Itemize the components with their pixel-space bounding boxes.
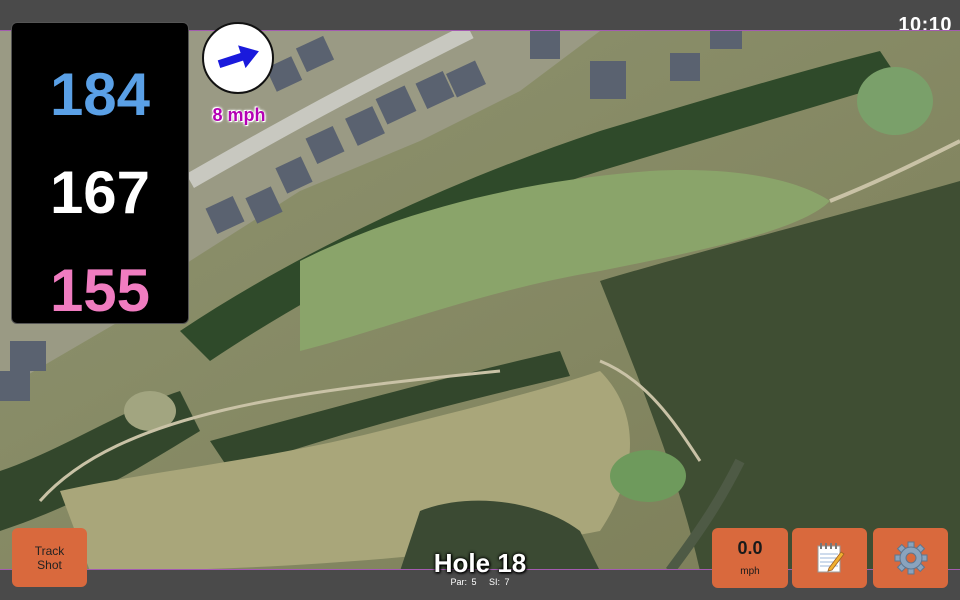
hole-title: Hole 18 [433, 548, 527, 578]
track-shot-label-line1: Track [34, 544, 65, 558]
middle-distance: 167 [49, 159, 151, 226]
front-distance: 155 [49, 257, 151, 324]
wind-arrow-icon [217, 45, 259, 69]
wind-indicator [202, 22, 274, 94]
stroke-index-label: SI: 7 [489, 577, 510, 587]
settings-button[interactable] [873, 528, 948, 588]
speed-unit: mph [740, 566, 760, 577]
track-shot-label-line2: Shot [37, 558, 62, 572]
hole-meta: Par: 5 SI: 7 [380, 577, 580, 587]
speed-button[interactable]: 0.0 mph [712, 528, 788, 588]
notes-button[interactable] [792, 528, 867, 588]
wind-speed: 8 mph [212, 105, 266, 125]
back-distance: 184 [49, 61, 151, 128]
distance-panel: 184 167 155 [11, 22, 189, 324]
notepad-icon [817, 543, 845, 573]
track-shot-button[interactable]: Track Shot [12, 528, 87, 587]
speed-value: 0.0 [737, 538, 763, 558]
gear-icon [894, 541, 927, 575]
par-label: Par: 5 [450, 577, 477, 587]
